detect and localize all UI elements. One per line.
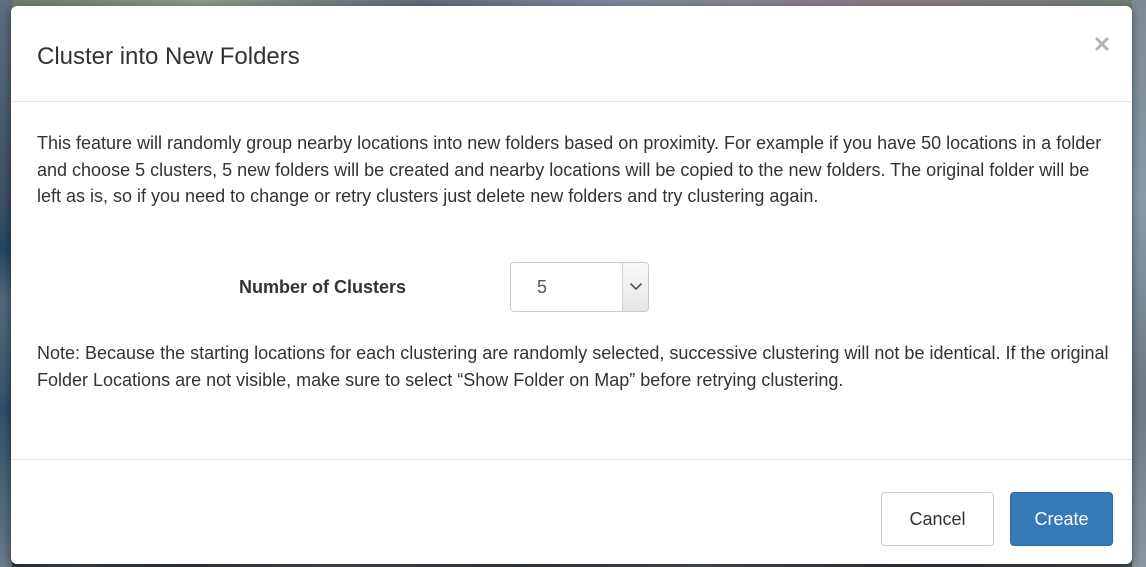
create-button[interactable]: Create (1010, 492, 1113, 546)
clusters-select-value: 5 (537, 277, 548, 297)
clusters-row: Number of Clusters 5 (11, 262, 1132, 312)
close-button[interactable] (1090, 32, 1114, 56)
dialog-footer: Cancel Create (11, 459, 1132, 564)
dialog-title: Cluster into New Folders (37, 43, 300, 70)
clusters-select[interactable]: 5 (510, 262, 649, 312)
select-arrow (622, 263, 648, 311)
clusters-label: Number of Clusters (239, 277, 407, 297)
cancel-button[interactable]: Cancel (881, 492, 994, 546)
dialog-body: This feature will randomly group nearby … (11, 102, 1132, 460)
map-background-right (1132, 0, 1146, 567)
close-icon (1090, 32, 1114, 56)
dialog-header: Cluster into New Folders (11, 6, 1132, 102)
note-text: Note: Because the starting locations for… (37, 343, 1109, 390)
cluster-dialog: Cluster into New Folders This feature wi… (11, 6, 1132, 564)
intro-text: This feature will randomly group nearby … (37, 133, 1102, 206)
